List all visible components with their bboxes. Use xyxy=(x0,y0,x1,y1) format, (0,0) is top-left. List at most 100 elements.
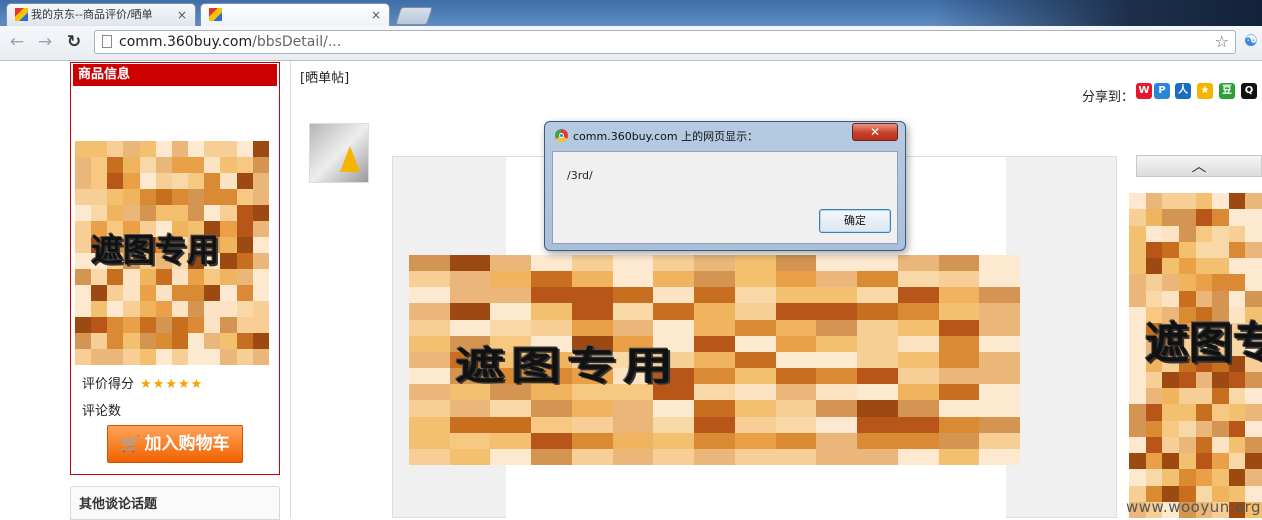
site-favicon-icon xyxy=(209,8,222,21)
mosaic-cell xyxy=(1129,355,1146,372)
extension-icon[interactable]: ☯ xyxy=(1244,31,1258,50)
mosaic-cell xyxy=(220,189,237,205)
mosaic-cell xyxy=(938,271,980,288)
mosaic-cell xyxy=(1178,241,1196,258)
mosaic-cell xyxy=(816,400,858,417)
mosaic-cell xyxy=(1129,453,1146,470)
mosaic-cell xyxy=(139,189,156,205)
product-info-panel: 商品信息 遮图专用 评价得分 ★★★★★ 评论数 🛒 加入购物车 xyxy=(70,62,280,475)
mosaic-cell xyxy=(1228,404,1246,421)
mosaic-cell xyxy=(857,287,898,304)
mosaic-cell xyxy=(1245,209,1262,226)
mosaic-cell xyxy=(1212,274,1229,291)
kaixin-icon[interactable]: ★ xyxy=(1197,83,1213,99)
mosaic-cell xyxy=(734,368,776,385)
mosaic-cell xyxy=(171,157,189,173)
mosaic-cell xyxy=(236,189,253,205)
mosaic-cell xyxy=(188,173,205,189)
mosaic-cell xyxy=(1162,193,1179,210)
mosaic-cell xyxy=(1178,469,1196,486)
mosaic-cell xyxy=(139,333,156,349)
address-bar[interactable]: comm.360buy.com/bbsDetail/... ☆ xyxy=(94,30,1236,54)
mosaic-cell xyxy=(734,255,776,272)
mosaic-cell xyxy=(1145,420,1163,437)
mosaic-cell xyxy=(123,285,140,301)
bookmark-star-icon[interactable]: ☆ xyxy=(1215,31,1229,53)
mosaic-cell xyxy=(1195,193,1213,210)
mosaic-cell xyxy=(531,255,572,272)
mosaic-cell xyxy=(220,205,237,221)
forward-icon[interactable]: → xyxy=(34,31,56,53)
mosaic-cell xyxy=(75,317,92,333)
mosaic-cell xyxy=(1245,193,1262,210)
mosaic-cell xyxy=(204,173,221,189)
douban-icon[interactable]: 豆 xyxy=(1219,83,1235,99)
renren-icon[interactable]: 人 xyxy=(1175,83,1191,99)
mosaic-cell xyxy=(1162,290,1179,307)
mosaic-cell xyxy=(897,255,939,272)
mosaic-cell xyxy=(1145,453,1163,470)
mosaic-cell xyxy=(449,303,491,320)
site-favicon-icon xyxy=(15,8,28,21)
back-icon[interactable]: ← xyxy=(6,31,28,53)
mosaic-cell xyxy=(979,335,1020,352)
add-to-cart-button[interactable]: 🛒 加入购物车 xyxy=(107,425,243,463)
mosaic-cell xyxy=(1195,225,1213,242)
mosaic-cell xyxy=(1212,371,1229,388)
mask-watermark-text: 遮图专用 xyxy=(455,343,679,389)
tab-close-icon[interactable]: × xyxy=(371,7,381,23)
mosaic-cell xyxy=(75,189,92,205)
mask-watermark-text: 遮图专用 xyxy=(91,231,220,269)
reload-icon[interactable]: ↻ xyxy=(63,31,85,53)
mosaic-cell xyxy=(938,303,980,320)
weibo-icon[interactable]: W xyxy=(1136,83,1152,99)
mosaic-cell xyxy=(857,400,898,417)
mosaic-cell xyxy=(979,416,1020,433)
mosaic-cell xyxy=(1162,388,1179,405)
mosaic-cell xyxy=(612,271,654,288)
mosaic-cell xyxy=(139,173,156,189)
rail-thumbnail[interactable]: 遮图专 xyxy=(1129,193,1262,518)
qq-icon[interactable]: Q xyxy=(1241,83,1257,99)
mosaic-cell xyxy=(571,448,613,465)
pengyou-icon[interactable]: P xyxy=(1154,83,1170,99)
mosaic-cell xyxy=(1145,225,1163,242)
post-image[interactable]: 遮图专用 xyxy=(409,255,1020,465)
mosaic-cell xyxy=(236,157,253,173)
mosaic-cell xyxy=(1178,290,1196,307)
mosaic-cell xyxy=(409,319,450,336)
mosaic-cell xyxy=(653,255,695,272)
mosaic-cell xyxy=(75,141,92,157)
mosaic-cell xyxy=(816,432,858,449)
new-tab-button[interactable] xyxy=(395,7,433,25)
avatar[interactable] xyxy=(309,123,369,183)
product-thumbnail[interactable]: 遮图专用 xyxy=(75,141,269,365)
mosaic-cell xyxy=(252,317,269,333)
mosaic-cell xyxy=(1245,290,1262,307)
mosaic-cell xyxy=(531,303,572,320)
tab-active[interactable]: × xyxy=(200,3,390,26)
mosaic-cell xyxy=(1228,388,1246,405)
mosaic-cell xyxy=(139,269,156,285)
tab-close-icon[interactable]: × xyxy=(177,7,187,23)
mosaic-cell xyxy=(979,432,1020,449)
mosaic-cell xyxy=(1195,290,1213,307)
mosaic-cell xyxy=(1129,339,1146,356)
share-label: 分享到： xyxy=(1082,90,1135,105)
mosaic-cell xyxy=(1178,225,1196,242)
dialog-title: comm.360buy.com 上的网页显示： xyxy=(573,130,759,143)
mosaic-cell xyxy=(204,333,221,349)
mosaic-cell xyxy=(1212,453,1229,470)
mosaic-cell xyxy=(734,384,776,401)
mosaic-cell xyxy=(1145,290,1163,307)
ok-button[interactable]: 确定 xyxy=(819,209,891,233)
mosaic-cell xyxy=(155,301,172,317)
mosaic-cell xyxy=(220,285,237,301)
mosaic-cell xyxy=(897,432,939,449)
tab-jd-reviews[interactable]: 我的京东--商品评价/晒单 × xyxy=(6,3,196,26)
rail-up-arrow-icon[interactable]: ︿ xyxy=(1136,155,1262,177)
mosaic-cell xyxy=(490,255,532,272)
mosaic-cell xyxy=(171,173,189,189)
dialog-close-button[interactable]: ✕ xyxy=(852,123,898,141)
mosaic-cell xyxy=(1162,404,1179,421)
